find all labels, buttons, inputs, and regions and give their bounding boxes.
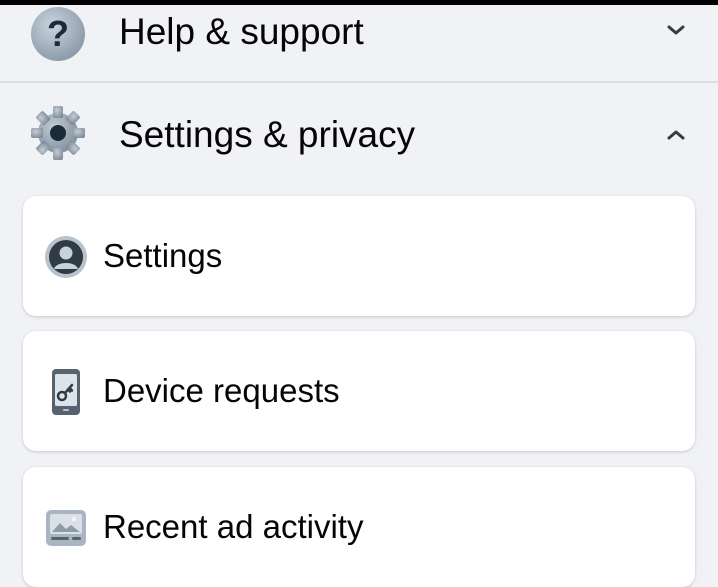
gear-icon (28, 103, 88, 163)
chevron-down-icon[interactable] (660, 14, 692, 46)
settings-menu-item[interactable]: Settings (23, 196, 695, 316)
device-requests-menu-item[interactable]: Device requests (23, 331, 695, 451)
ad-activity-icon (43, 505, 89, 551)
recent-ad-activity-menu-item[interactable]: Recent ad activity (23, 467, 695, 587)
svg-text:?: ? (47, 13, 69, 54)
help-support-row[interactable]: ? Help & support (0, 0, 718, 80)
phone-key-icon (43, 369, 89, 415)
settings-item-label: Settings (103, 237, 223, 274)
help-support-label: Help & support (119, 11, 364, 52)
recent-ad-activity-item-label: Recent ad activity (103, 508, 364, 545)
profile-circle-icon (43, 234, 89, 280)
chevron-up-icon[interactable] (660, 119, 692, 151)
settings-privacy-label: Settings & privacy (119, 114, 416, 155)
help-icon: ? (28, 4, 88, 64)
settings-privacy-row[interactable]: Settings & privacy (0, 83, 718, 187)
device-requests-item-label: Device requests (103, 372, 340, 409)
